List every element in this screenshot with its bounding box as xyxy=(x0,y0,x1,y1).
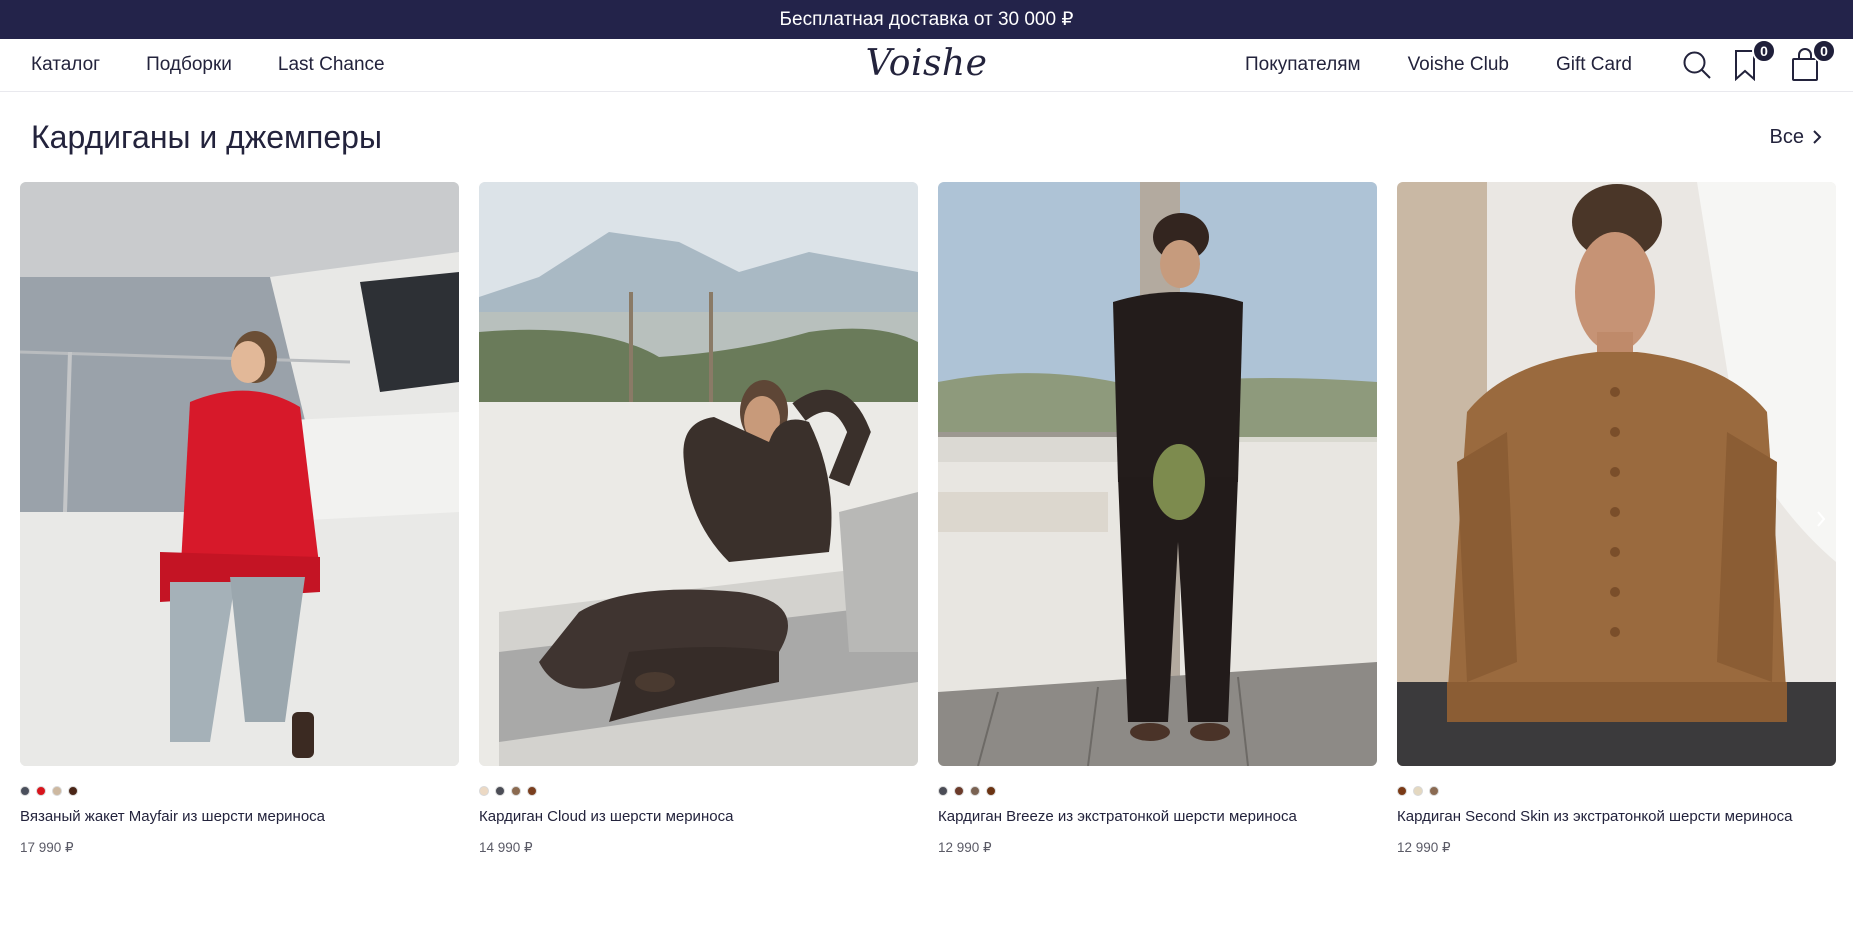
product-card[interactable]: Кардиган Second Skin из экстратонкой шер… xyxy=(1397,182,1836,856)
main-nav: Каталог Подборки Last Chance xyxy=(31,54,431,76)
nav-voishe-club[interactable]: Voishe Club xyxy=(1408,54,1509,76)
color-swatch[interactable] xyxy=(527,786,537,796)
product-price: 17 990 ₽ xyxy=(20,840,74,855)
product-price: 14 990 ₽ xyxy=(479,840,533,855)
color-swatches xyxy=(938,786,1377,796)
section-header: Кардиганы и джемперы Все xyxy=(0,92,1853,182)
promo-text: Бесплатная доставка от 30 000 ₽ xyxy=(779,9,1074,30)
color-swatch[interactable] xyxy=(954,786,964,796)
chevron-right-icon xyxy=(1813,130,1822,144)
product-image[interactable] xyxy=(20,182,459,766)
color-swatches xyxy=(20,786,459,796)
product-name[interactable]: Кардиган Second Skin из экстратонкой шер… xyxy=(1397,808,1836,825)
color-swatch[interactable] xyxy=(495,786,505,796)
cart-count-badge: 0 xyxy=(1812,39,1836,63)
chevron-right-icon xyxy=(1817,511,1826,527)
color-swatch[interactable] xyxy=(938,786,948,796)
product-carousel: Вязаный жакет Mayfair из шерсти мериноса… xyxy=(0,182,1853,856)
wishlist-count-badge: 0 xyxy=(1752,39,1776,63)
wishlist-button[interactable]: 0 xyxy=(1728,39,1776,82)
color-swatches xyxy=(479,786,918,796)
color-swatch[interactable] xyxy=(479,786,489,796)
color-swatch[interactable] xyxy=(1413,786,1423,796)
nav-customers[interactable]: Покупателям xyxy=(1245,54,1361,76)
site-header: Каталог Подборки Last Chance Voishe Поку… xyxy=(0,39,1853,92)
product-price: 12 990 ₽ xyxy=(1397,840,1451,855)
view-all-link[interactable]: Все xyxy=(1770,126,1822,149)
color-swatch[interactable] xyxy=(970,786,980,796)
product-card[interactable]: Вязаный жакет Mayfair из шерсти мериноса… xyxy=(20,182,459,856)
product-name[interactable]: Кардиган Breeze из экстратонкой шерсти м… xyxy=(938,808,1377,825)
carousel-next-button[interactable] xyxy=(1809,507,1833,531)
color-swatch[interactable] xyxy=(52,786,62,796)
color-swatch[interactable] xyxy=(68,786,78,796)
cart-button[interactable]: 0 xyxy=(1788,39,1836,82)
color-swatch[interactable] xyxy=(20,786,30,796)
color-swatches xyxy=(1397,786,1836,796)
secondary-nav: Покупателям Voishe Club Gift Card xyxy=(1198,54,1632,76)
nav-catalog[interactable]: Каталог xyxy=(31,54,100,76)
section-title: Кардиганы и джемперы xyxy=(31,118,382,155)
color-swatch[interactable] xyxy=(986,786,996,796)
promo-banner: Бесплатная доставка от 30 000 ₽ xyxy=(0,0,1853,39)
product-card[interactable]: Кардиган Breeze из экстратонкой шерсти м… xyxy=(938,182,1377,856)
search-icon xyxy=(1683,51,1711,79)
view-all-label: Все xyxy=(1769,125,1804,148)
product-image[interactable] xyxy=(938,182,1377,766)
product-image[interactable] xyxy=(479,182,918,766)
product-image[interactable] xyxy=(1397,182,1836,766)
search-button[interactable] xyxy=(1680,48,1714,82)
color-swatch[interactable] xyxy=(1429,786,1439,796)
nav-collections[interactable]: Подборки xyxy=(146,54,232,76)
product-name[interactable]: Кардиган Cloud из шерсти мериноса xyxy=(479,808,918,825)
brand-logo[interactable]: Voishe xyxy=(866,43,988,84)
product-price: 12 990 ₽ xyxy=(938,840,992,855)
color-swatch[interactable] xyxy=(511,786,521,796)
header-icons: 0 0 xyxy=(1680,39,1836,82)
nav-gift-card[interactable]: Gift Card xyxy=(1556,54,1632,76)
product-name[interactable]: Вязаный жакет Mayfair из шерсти мериноса xyxy=(20,808,459,825)
nav-last-chance[interactable]: Last Chance xyxy=(278,54,385,76)
color-swatch[interactable] xyxy=(36,786,46,796)
color-swatch[interactable] xyxy=(1397,786,1407,796)
product-card[interactable]: Кардиган Cloud из шерсти мериноса 14 990… xyxy=(479,182,918,856)
